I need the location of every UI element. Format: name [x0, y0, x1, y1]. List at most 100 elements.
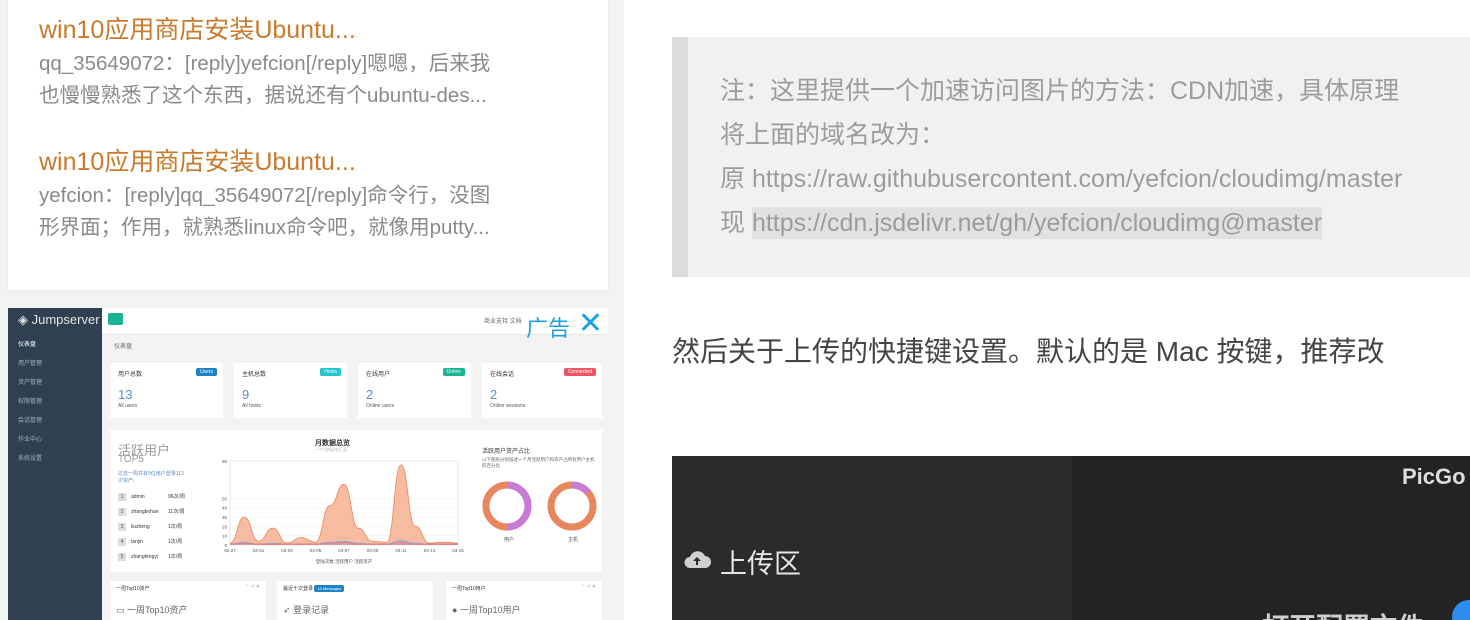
- stat-label: 用户总数: [118, 372, 143, 378]
- chart-x-tick-label: 03-09: [367, 548, 379, 553]
- original-prefix: 原: [720, 165, 752, 193]
- rank-row: 5 zhangfengyi 1次/周: [118, 553, 182, 561]
- pie-label: 主机: [568, 537, 579, 543]
- comment-excerpt-line: yefcion：[reply]qq_35649072[/reply]命令行，没图: [39, 184, 491, 207]
- comment-excerpt: qq_35649072：[reply]yefcion[/reply]嗯嗯，后来我…: [39, 48, 579, 112]
- stat-value: 13: [118, 387, 133, 402]
- jumpserver-ad-banner[interactable]: 仪表盘 用户管理 资产管理 权限管理 会话管理 作业中心 系统设置 商业支持 文…: [8, 308, 608, 620]
- chart-x-tick-label: 03-11: [395, 548, 407, 553]
- panel-tools-icon: ⌃ ↗ ✕: [244, 584, 260, 590]
- chart-y-tick-label: 30: [222, 515, 228, 520]
- panel-item-label: 一周Top10用户: [459, 605, 521, 615]
- monthly-chart-subtitle: 一个月内历史汇总: [315, 447, 347, 452]
- chart-x-tick-label: 03-15: [452, 548, 464, 553]
- jumpserver-logo-icon: ◈: [18, 312, 28, 327]
- rank-number: 5: [118, 553, 126, 561]
- panel-item-label: 一周Top10资产: [127, 605, 188, 615]
- recent-logins-panel: 最近十次登录 10 Messages ➶ 登录记录: [277, 581, 433, 620]
- top10-users-panel: 一周Top10用户 ⌃ ↗ ✕ ● 一周Top10用户: [446, 581, 602, 620]
- chart-y-tick-label: 90: [222, 459, 228, 464]
- comment-title-link[interactable]: win10应用商店安装Ubuntu...: [39, 15, 579, 45]
- overview-panel: 活跃用户 TOP5 过去一周共有9位用户登录113次资产。 1 admin 96次/…: [110, 430, 602, 572]
- panel-header: 一周Top10资产: [116, 586, 150, 592]
- rank-value: 11次/周: [168, 509, 185, 515]
- ad-jumpserver-dashboard: 仪表盘 用户总数 Users 13 All users 主机总数 Hosts 9…: [102, 335, 608, 620]
- pie-desc: 以下图形分别描述一个月活跃用户和资产占所有用户主机的百分比: [482, 457, 595, 468]
- ad-top-links: 商业支持 文档: [484, 319, 522, 325]
- article-content: 注：这里提供一个加速访问图片的方法：CDN加速，具体原理 将上面的域名改为： 原…: [624, 0, 1470, 620]
- panel-item: ▭ 一周Top10资产: [116, 603, 188, 616]
- rank-number: 1: [118, 493, 126, 501]
- rank-number: 2: [118, 508, 126, 516]
- rank-number: 4: [118, 538, 126, 546]
- comment-excerpt: yefcion：[reply]qq_35649072[/reply]命令行，没图…: [39, 180, 579, 244]
- rank-number: 3: [118, 523, 126, 531]
- active-users-subtitle: TOP5: [118, 454, 144, 465]
- ad-breadcrumb: 仪表盘: [114, 344, 133, 350]
- upload-area-item: 上传区: [684, 542, 801, 581]
- pie-title: 活跃用户资产占比: [482, 449, 531, 455]
- stat-card-online-users: 在线用户 Online 2 Online users: [358, 363, 471, 418]
- rank-row: 1 admin 96次/周: [118, 493, 185, 501]
- ad-nav-item: 资产管理: [18, 380, 43, 386]
- stat-card-sessions: 在线会话 Connected 2 Online sessions: [482, 363, 602, 418]
- stat-sub: Online sessions: [490, 403, 526, 409]
- article-paragraph: 然后关于上传的快捷键设置。默认的是 Mac 按键，推荐改: [672, 336, 1385, 367]
- stat-badge: Online: [442, 368, 465, 376]
- comment-title-link[interactable]: win10应用商店安装Ubuntu...: [39, 147, 579, 177]
- comment-excerpt-line: 也慢慢熟悉了这个东西，据说还有个ubuntu-des...: [39, 84, 487, 107]
- original-url: https://raw.githubusercontent.com/yefcio…: [751, 165, 1403, 193]
- stat-sub: All users: [118, 403, 138, 409]
- ad-nav-item: 仪表盘: [18, 342, 37, 348]
- stat-card-users: 用户总数 Users 13 All users: [110, 363, 223, 418]
- rank-user: zhangfengyi: [131, 554, 158, 560]
- cloud-upload-icon: [684, 551, 711, 568]
- chart-x-tick-label: 02-27: [224, 548, 236, 553]
- rank-user: liuzheng: [131, 524, 150, 530]
- panel-header: 最近十次登录 10 Messages: [283, 585, 345, 592]
- note-line: 注：这里提供一个加速访问图片的方法：CDN加速，具体原理: [720, 77, 1400, 105]
- comment-item[interactable]: win10应用商店安装Ubuntu... qq_35649072：[reply]…: [39, 15, 579, 112]
- stat-card-hosts: 主机总数 Hosts 9 All hosts: [234, 363, 347, 418]
- chart-y-tick-label: 20: [222, 524, 228, 529]
- picgo-title: PicGo: [1402, 464, 1466, 489]
- note-line: 原 https://raw.githubusercontent.com/yefc…: [720, 159, 1402, 199]
- rank-user: admin: [131, 494, 145, 500]
- rank-user: tanjin: [131, 539, 143, 545]
- panel-item-label: 登录记录: [293, 605, 330, 615]
- new-prefix: 现: [720, 209, 752, 237]
- chart-x-tick-label: 03-03: [281, 548, 293, 553]
- ad-nav-item: 作业中心: [18, 437, 43, 443]
- rank-row: 4 tanjin 1次/周: [118, 538, 182, 546]
- picgo-screenshot: PicGo 上传区 打开配置文件: [672, 456, 1470, 620]
- pie-label: 用户: [504, 537, 515, 543]
- note-blockquote: 注：这里提供一个加速访问图片的方法：CDN加速，具体原理 将上面的域名改为： 原…: [672, 37, 1470, 277]
- user-icon: ●: [452, 605, 458, 615]
- chart-y-tick-label: 50: [222, 496, 228, 501]
- ad-nav-item: 用户管理: [18, 361, 43, 367]
- chart-y-tick-label: 40: [222, 506, 228, 511]
- picgo-sidebar: [672, 456, 1072, 620]
- open-config-text: 打开配置文件: [1262, 606, 1424, 620]
- monitor-icon: ▭: [116, 605, 125, 615]
- cdn-url-highlight: https://cdn.jsdelivr.net/gh/yefcion/clou…: [751, 207, 1323, 239]
- stat-badge: Connected: [563, 368, 596, 376]
- comment-item[interactable]: win10应用商店安装Ubuntu... yefcion：[reply]qq_3…: [39, 147, 579, 244]
- stat-badge: Users: [195, 368, 217, 376]
- active-users-desc: 过去一周共有9位用户登录113次资产。: [118, 471, 184, 484]
- jumpserver-logo: ◈ Jumpserver: [18, 312, 100, 328]
- monthly-area-chart: 010203040509002-27 03-01 03-03 03-05 03-07 03…: [222, 459, 464, 565]
- note-line: 将上面的域名改为：: [720, 121, 946, 149]
- stat-badge: Hosts: [320, 368, 341, 376]
- ad-jumpserver-sidebar: 仪表盘 用户管理 资产管理 权限管理 会话管理 作业中心 系统设置: [8, 308, 102, 620]
- close-icon[interactable]: ✕: [578, 308, 603, 341]
- stat-sub: All hosts: [242, 403, 261, 409]
- left-sidebar: win10应用商店安装Ubuntu... qq_35649072：[reply]…: [0, 0, 624, 620]
- chart-legend: 登陆次数 活跃用户 活跃资产: [316, 558, 373, 565]
- stat-value: 2: [366, 387, 374, 402]
- rank-row: 2 zhangbohan 11次/周: [118, 508, 185, 516]
- rank-value: 1次/周: [168, 524, 183, 530]
- rank-user: zhangbohan: [131, 509, 159, 515]
- ad-nav-item: 系统设置: [18, 456, 43, 462]
- comment-excerpt-line: qq_35649072：[reply]yefcion[/reply]嗯嗯，后来我: [39, 52, 491, 75]
